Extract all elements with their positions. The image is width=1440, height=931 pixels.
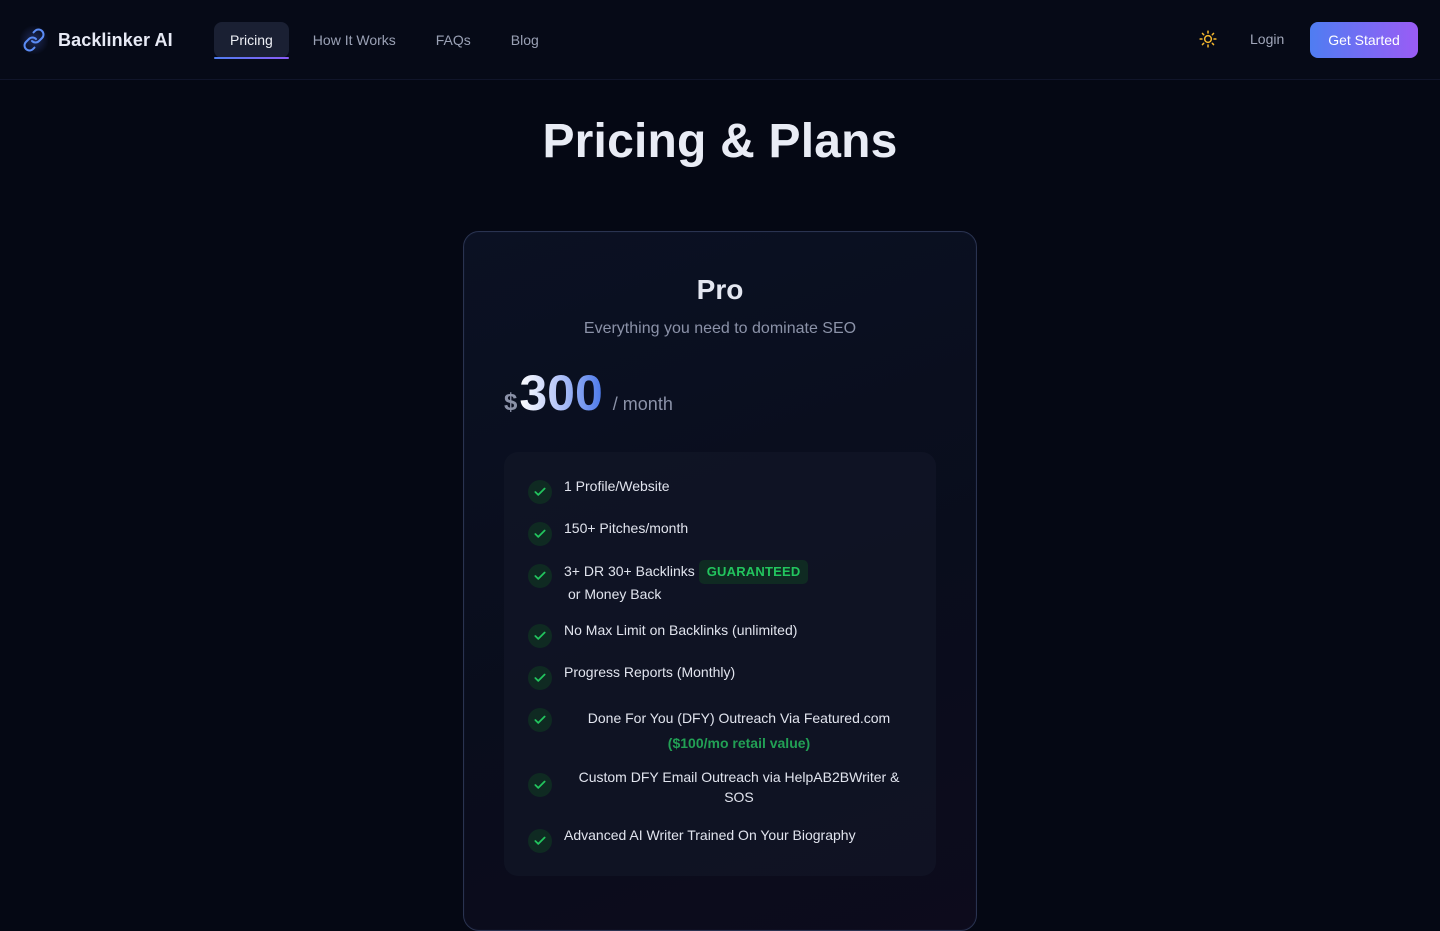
get-started-button[interactable]: Get Started bbox=[1310, 22, 1418, 58]
feature-text: Progress Reports (Monthly) bbox=[564, 664, 736, 680]
check-icon bbox=[528, 829, 552, 853]
feature-text: Advanced AI Writer Trained On Your Biogr… bbox=[564, 827, 856, 843]
plan-name: Pro bbox=[696, 274, 744, 305]
feature-text-group: Done For You (DFY) Outreach Via Featured… bbox=[564, 706, 914, 756]
check-icon bbox=[528, 666, 552, 690]
feature-text: 1 Profile/Website bbox=[564, 478, 670, 494]
nav-link-how-it-works[interactable]: How It Works bbox=[297, 22, 412, 58]
guaranteed-badge: GUARANTEED bbox=[698, 560, 809, 584]
plan-price: $ 300 / month bbox=[504, 368, 673, 418]
check-icon bbox=[528, 522, 552, 546]
top-navbar: Backlinker AI Pricing How It Works FAQs … bbox=[0, 0, 1440, 80]
check-icon bbox=[528, 480, 552, 504]
page-title: Pricing & Plans bbox=[542, 115, 898, 168]
nav-link-faqs[interactable]: FAQs bbox=[420, 22, 487, 58]
pricing-card-pro: Pro Everything you need to dominate SEO … bbox=[463, 231, 977, 931]
check-icon bbox=[528, 564, 552, 588]
link-icon bbox=[20, 26, 48, 54]
feature-text: No Max Limit on Backlinks (unlimited) bbox=[564, 622, 798, 638]
nav-link-blog[interactable]: Blog bbox=[495, 22, 555, 58]
feature-text-line2: or Money Back bbox=[568, 586, 662, 602]
feature-list: 1 Profile/Website 150+ Pitches/month 3+ … bbox=[504, 452, 936, 876]
price-period: / month bbox=[612, 394, 673, 414]
plan-tagline: Everything you need to dominate SEO bbox=[583, 320, 857, 337]
feature-text-group: 3+ DR 30+ Backlinks GUARANTEED or Money B… bbox=[564, 560, 809, 604]
main-nav: Pricing How It Works FAQs Blog bbox=[214, 22, 563, 59]
check-icon bbox=[528, 773, 552, 797]
brand-name: Backlinker AI bbox=[58, 29, 173, 50]
price-currency: $ bbox=[504, 389, 518, 416]
sun-icon bbox=[1199, 29, 1217, 51]
price-amount: 300 bbox=[519, 365, 603, 421]
brand-logo[interactable]: Backlinker AI bbox=[20, 26, 173, 54]
retail-value-note: ($100/mo retail value) bbox=[667, 735, 811, 751]
feature-text: 3+ DR 30+ Backlinks bbox=[564, 563, 695, 579]
feature-text: 150+ Pitches/month bbox=[564, 520, 689, 536]
login-link[interactable]: Login bbox=[1250, 31, 1284, 47]
check-icon bbox=[528, 708, 552, 732]
feature-text: Done For You (DFY) Outreach Via Featured… bbox=[587, 710, 891, 726]
feature-text: Custom DFY Email Outreach via HelpAB2BWr… bbox=[578, 769, 900, 805]
theme-toggle-button[interactable] bbox=[1196, 28, 1220, 52]
check-icon bbox=[528, 624, 552, 648]
nav-link-pricing[interactable]: Pricing bbox=[214, 22, 289, 59]
